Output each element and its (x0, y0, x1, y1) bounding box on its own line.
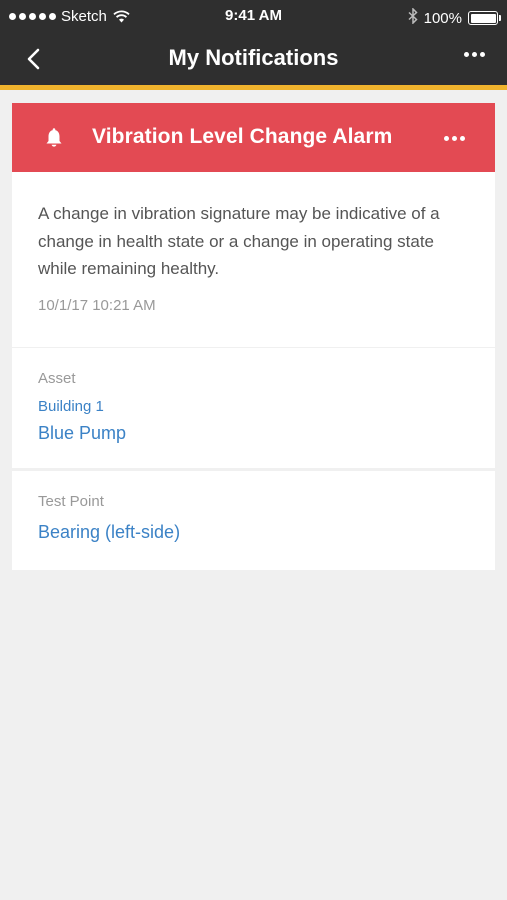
alarm-description: A change in vibration signature may be i… (38, 204, 440, 278)
alarm-body: A change in vibration signature may be i… (12, 172, 495, 347)
asset-parent-link[interactable]: Building 1 (38, 398, 104, 415)
test-point-link[interactable]: Bearing (left-side) (38, 522, 469, 543)
test-point-section: Test Point Bearing (left-side) (12, 471, 495, 570)
asset-name-link[interactable]: Blue Pump (38, 423, 469, 444)
test-point-label: Test Point (38, 493, 104, 510)
bluetooth-icon (408, 7, 418, 28)
battery-icon (468, 11, 501, 25)
alarm-title: Vibration Level Change Alarm (92, 125, 393, 148)
alarm-more-button[interactable] (444, 133, 465, 144)
status-right: 100% (408, 7, 501, 28)
nav-bar: My Notifications (0, 32, 507, 85)
battery-percent: 100% (423, 9, 462, 27)
asset-section: Asset Building 1 Blue Pump (12, 348, 495, 468)
bell-icon (46, 128, 62, 147)
asset-label: Asset (38, 370, 76, 387)
page-title: My Notifications (168, 45, 339, 70)
alarm-timestamp: 10/1/17 10:21 AM (38, 296, 156, 314)
status-bar: Sketch 9:41 AM 100% (0, 0, 507, 32)
more-options-button[interactable] (464, 48, 485, 61)
alarm-card: Vibration Level Change Alarm A change in… (12, 103, 495, 347)
more-horizontal-icon (444, 136, 449, 141)
top-bar: Sketch 9:41 AM 100% My Notifications (0, 0, 507, 90)
more-horizontal-icon (464, 52, 469, 57)
alarm-header: Vibration Level Change Alarm (12, 103, 495, 172)
